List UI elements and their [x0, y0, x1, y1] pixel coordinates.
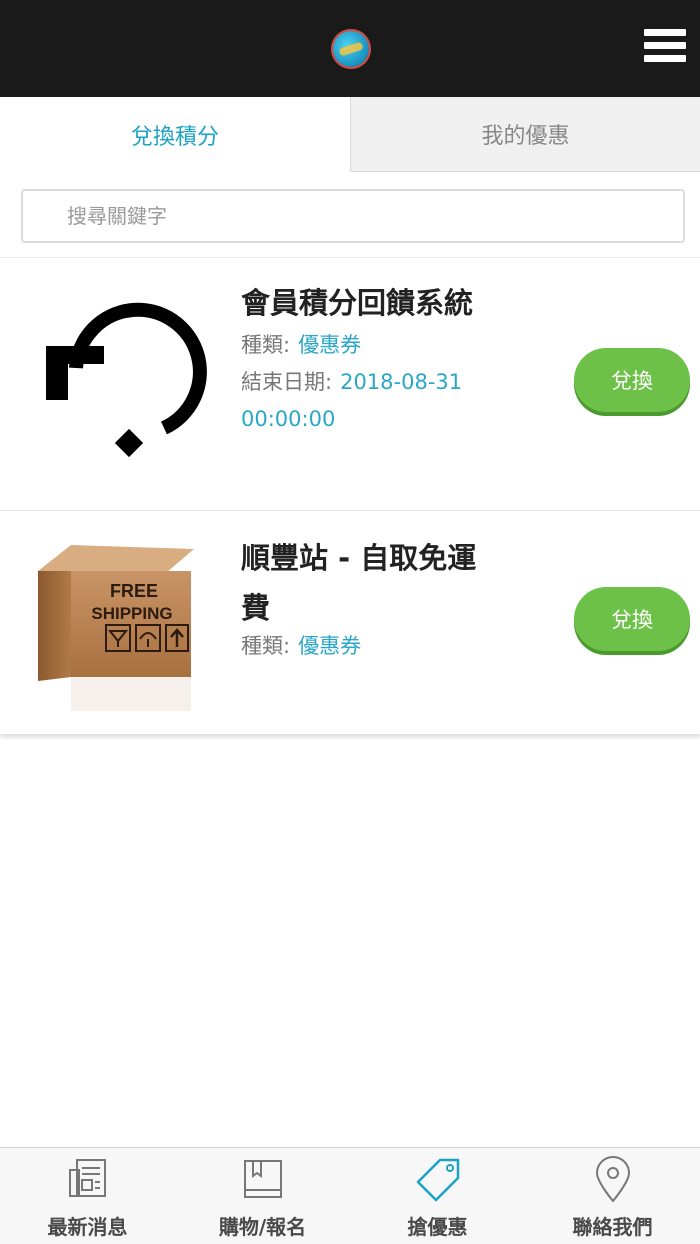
nav-label-deals: 搶優惠	[407, 1215, 468, 1239]
type-label: 種類:	[241, 333, 291, 357]
coupon-card: 會員積分回饋系統 種類: 優惠券 結束日期: 2018-08-31 00:00:00…	[0, 257, 700, 509]
nav-label-shop: 購物/報名	[218, 1215, 307, 1239]
type-label: 種類:	[241, 634, 291, 658]
type-value: 優惠券	[298, 333, 362, 357]
book-icon	[243, 1160, 282, 1198]
redeem-button[interactable]: 兌換	[574, 348, 690, 412]
type-value: 優惠券	[298, 634, 362, 658]
nav-item-shop[interactable]: 購物/報名	[175, 1148, 350, 1244]
end-time-value: 00:00:00	[241, 407, 336, 431]
search-input[interactable]	[21, 189, 685, 243]
box-text-shipping: SHIPPING	[91, 604, 172, 623]
tag-icon	[416, 1158, 459, 1202]
box-text-free: FREE	[110, 581, 158, 601]
page: 兌換積分 我的優惠 會員積分回饋系統 種類: 優惠券 結束日期: 2018-08-3…	[0, 0, 700, 1244]
location-pin-icon	[595, 1156, 630, 1203]
nav-label-contact: 聯絡我們	[572, 1215, 653, 1239]
app-header	[0, 0, 700, 97]
coupon-type: 種類: 優惠券	[241, 628, 361, 665]
bottom-nav: 最新消息 購物/報名 搶優惠 聯絡我們	[0, 1147, 700, 1244]
coupon-title[interactable]: 順豐站 - 自取免運費	[241, 533, 501, 633]
coupon-type: 種類: 優惠券	[241, 327, 361, 364]
free-shipping-box-icon: FREE SHIPPING	[16, 541, 206, 721]
hamburger-menu-icon[interactable]	[644, 29, 686, 67]
nav-label-news: 最新消息	[47, 1215, 128, 1239]
undo-arrow-icon	[14, 276, 224, 476]
news-icon	[68, 1159, 106, 1197]
end-date-label: 結束日期:	[241, 370, 333, 394]
tab-bar: 兌換積分 我的優惠	[0, 97, 700, 172]
nav-item-news[interactable]: 最新消息	[0, 1148, 175, 1244]
coupon-card: FREE SHIPPING 順豐站 - 自取免運費 種類: 優惠券 兌換	[0, 510, 700, 734]
nav-item-contact[interactable]: 聯絡我們	[525, 1148, 700, 1244]
coupon-title[interactable]: 會員積分回饋系統	[241, 278, 541, 328]
redeem-button[interactable]: 兌換	[574, 587, 690, 651]
site-logo[interactable]	[331, 29, 371, 69]
end-date-value: 2018-08-31	[340, 370, 463, 394]
coupon-end-date: 結束日期: 2018-08-31 00:00:00	[241, 364, 501, 438]
nav-item-deals[interactable]: 搶優惠	[350, 1148, 525, 1244]
tab-my-coupons[interactable]: 我的優惠	[350, 97, 700, 172]
tab-redeem-points[interactable]: 兌換積分	[0, 97, 350, 172]
